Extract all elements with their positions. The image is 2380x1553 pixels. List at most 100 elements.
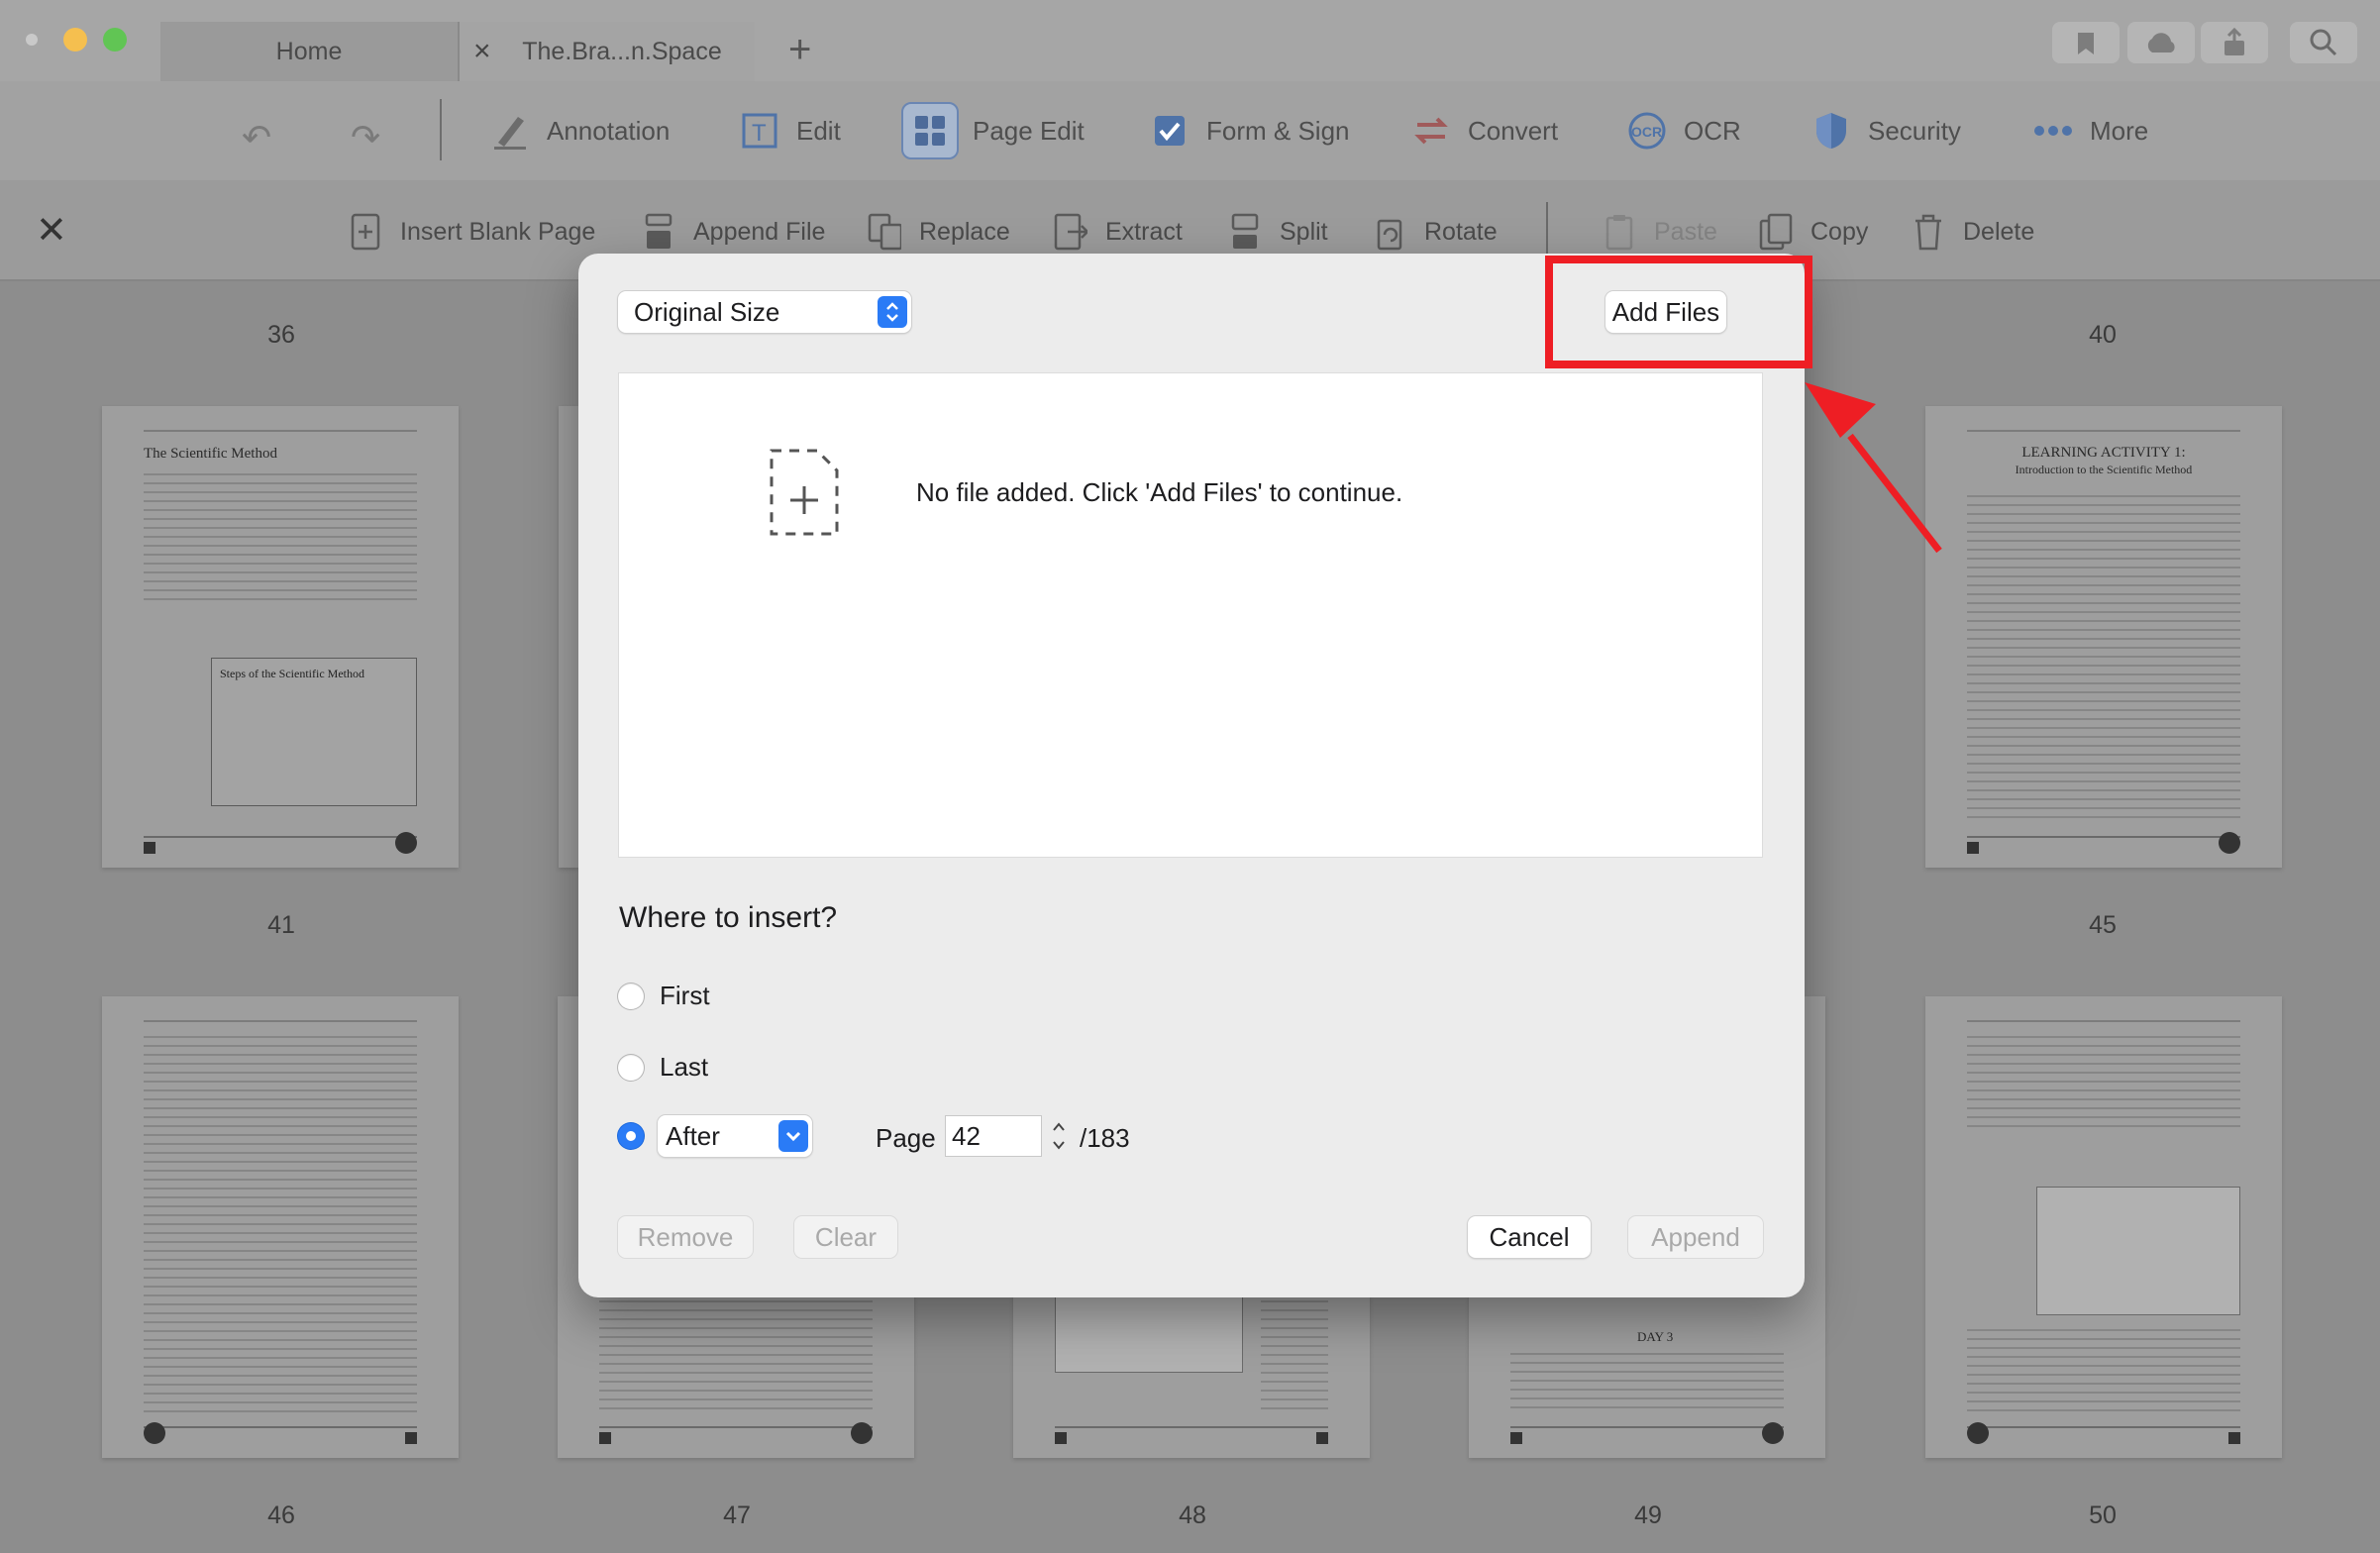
chevron-down-icon[interactable] bbox=[778, 1120, 808, 1152]
zoom-button[interactable] bbox=[103, 28, 127, 52]
page-header-rule bbox=[1967, 1020, 2240, 1022]
copy-button[interactable]: Copy bbox=[1759, 210, 1868, 254]
toolbar-form-sign[interactable]: Form & Sign bbox=[1147, 103, 1350, 158]
cloud-button[interactable] bbox=[2127, 22, 2195, 63]
search-button[interactable] bbox=[2290, 22, 2357, 63]
edit-icon: T bbox=[737, 108, 782, 154]
rotate-button[interactable]: Rotate bbox=[1373, 210, 1498, 254]
steps-box-title: Steps of the Scientific Method bbox=[220, 667, 364, 680]
radio-after[interactable] bbox=[618, 1123, 644, 1149]
page-footer-rule bbox=[1967, 1426, 2240, 1428]
insert-page-icon bbox=[349, 212, 382, 252]
tab-document[interactable]: × The.Bra...n.Space bbox=[458, 22, 755, 81]
rotate-icon bbox=[1373, 212, 1406, 252]
cancel-button[interactable]: Cancel bbox=[1468, 1216, 1591, 1258]
svg-text:T: T bbox=[752, 120, 767, 147]
file-drop-zone[interactable]: No file added. Click 'Add Files' to cont… bbox=[618, 372, 1763, 858]
paste-label: Paste bbox=[1654, 217, 1717, 246]
undo-icon[interactable]: ↶ bbox=[242, 117, 271, 158]
replace-icon bbox=[868, 212, 901, 252]
toolbar-more[interactable]: More bbox=[2030, 103, 2148, 158]
nasa-logo bbox=[144, 1422, 165, 1444]
page-number: 47 bbox=[723, 1501, 751, 1529]
learning-activity-title: LEARNING ACTIVITY 1: bbox=[2021, 445, 2186, 461]
replace-button[interactable]: Replace bbox=[868, 210, 1010, 254]
page-footer-rule bbox=[1055, 1426, 1328, 1428]
share-button[interactable] bbox=[2201, 22, 2268, 63]
page-thumbnail[interactable] bbox=[102, 996, 459, 1458]
page-thumbnail[interactable]: The Scientific Method Steps of the Scien… bbox=[102, 406, 459, 868]
radio-button[interactable] bbox=[618, 1054, 644, 1081]
append-file-button[interactable]: Append File bbox=[642, 210, 825, 254]
page-label: Page bbox=[876, 1123, 936, 1153]
toolbar-annotation[interactable]: Annotation bbox=[487, 103, 670, 158]
page-edit-icon bbox=[901, 102, 959, 159]
form-sign-icon bbox=[1147, 108, 1192, 154]
split-label: Split bbox=[1280, 217, 1328, 246]
redo-icon[interactable]: ↷ bbox=[351, 117, 380, 158]
shield-icon bbox=[1809, 108, 1854, 154]
tab-home-label: Home bbox=[275, 37, 343, 65]
page-text-block bbox=[1967, 1329, 2240, 1412]
radio-first-label: First bbox=[660, 981, 710, 1010]
page-thumbnail[interactable]: LEARNING ACTIVITY 1: Introduction to the… bbox=[1925, 406, 2282, 868]
replace-label: Replace bbox=[919, 217, 1010, 246]
page-thumbnail[interactable] bbox=[1925, 996, 2282, 1458]
insert-file-dialog: Original Size Add Files No file added. C… bbox=[578, 254, 1805, 1297]
page-number-mark bbox=[144, 842, 155, 854]
page-number-mark bbox=[1510, 1432, 1522, 1444]
page-number-mark bbox=[405, 1432, 417, 1444]
page-stepper[interactable] bbox=[1046, 1115, 1072, 1157]
page-number: 36 bbox=[267, 321, 295, 349]
new-tab-button[interactable]: + bbox=[788, 30, 811, 69]
nasa-logo bbox=[851, 1422, 873, 1444]
page-number: 49 bbox=[1634, 1501, 1662, 1529]
radio-last[interactable]: Last bbox=[618, 1052, 708, 1083]
page-number-input[interactable]: 42 bbox=[945, 1115, 1042, 1157]
stepper-down-icon[interactable] bbox=[1051, 1137, 1067, 1153]
radio-first[interactable]: First bbox=[618, 981, 710, 1011]
page-number: 45 bbox=[2089, 911, 2117, 939]
toolbar-ocr[interactable]: OCR OCR bbox=[1624, 103, 1741, 158]
paste-button[interactable]: Paste bbox=[1603, 210, 1717, 254]
page-text-block bbox=[144, 1036, 417, 1412]
append-button[interactable]: Append bbox=[1628, 1216, 1763, 1258]
tab-close-icon[interactable]: × bbox=[473, 35, 491, 68]
red-arrow-icon bbox=[1805, 382, 1942, 554]
insert-blank-page-button[interactable]: Insert Blank Page bbox=[349, 210, 595, 254]
copy-icon bbox=[1759, 212, 1793, 252]
rotate-label: Rotate bbox=[1424, 217, 1498, 246]
toolbar-page-edit[interactable]: Page Edit bbox=[901, 102, 1085, 159]
page-header-rule bbox=[144, 430, 417, 432]
toolbar-page-edit-label: Page Edit bbox=[973, 115, 1085, 146]
delete-button[interactable]: Delete bbox=[1912, 210, 2034, 254]
stepper-up-icon[interactable] bbox=[1051, 1119, 1067, 1135]
split-button[interactable]: Split bbox=[1228, 210, 1328, 254]
radio-button-selected[interactable] bbox=[618, 1123, 644, 1149]
tab-home[interactable]: Home bbox=[160, 22, 458, 81]
page-header-rule bbox=[1967, 430, 2240, 432]
page-thumbnail-partial[interactable] bbox=[559, 406, 578, 868]
toolbar-convert[interactable]: Convert bbox=[1408, 103, 1558, 158]
page-text-block bbox=[1967, 495, 2240, 822]
bookmark-button[interactable] bbox=[2052, 22, 2120, 63]
toolbar-security[interactable]: Security bbox=[1809, 103, 1961, 158]
page-number: 40 bbox=[2089, 321, 2117, 349]
close-icon[interactable]: ✕ bbox=[36, 212, 67, 250]
remove-button[interactable]: Remove bbox=[618, 1216, 753, 1258]
minimize-button[interactable] bbox=[63, 28, 87, 52]
page-number-mark bbox=[1967, 842, 1979, 854]
page-size-select[interactable]: Original Size bbox=[618, 291, 911, 333]
toolbar-ocr-label: OCR bbox=[1684, 115, 1741, 146]
search-icon bbox=[2310, 29, 2337, 56]
toolbar-edit[interactable]: T Edit bbox=[737, 103, 841, 158]
page-number-mark bbox=[1055, 1432, 1067, 1444]
clear-button[interactable]: Clear bbox=[794, 1216, 897, 1258]
toolbar-edit-label: Edit bbox=[796, 115, 841, 146]
extract-label: Extract bbox=[1105, 217, 1183, 246]
bookmark-icon bbox=[2078, 33, 2094, 54]
up-down-chevron-icon[interactable] bbox=[878, 296, 907, 328]
radio-button[interactable] bbox=[618, 983, 644, 1009]
extract-button[interactable]: Extract bbox=[1054, 210, 1183, 254]
position-select[interactable]: After bbox=[658, 1115, 812, 1157]
